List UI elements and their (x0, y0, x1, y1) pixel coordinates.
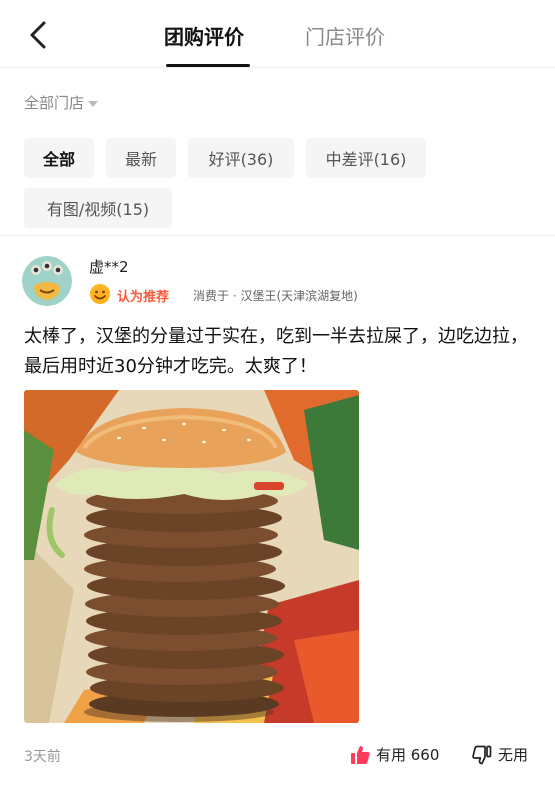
back-chevron-icon[interactable] (26, 20, 52, 50)
useful-count-label: 有用 660 (376, 746, 440, 764)
avatar[interactable] (22, 256, 72, 306)
filter-chip-with-media[interactable]: 有图/视频(15) (24, 188, 172, 228)
active-tab-indicator (166, 64, 250, 67)
top-navigation-bar: 团购评价 门店评价 (0, 0, 555, 68)
thumb-down-icon (472, 745, 492, 764)
store-filter-label: 全部门店 (24, 94, 85, 112)
consumed-at-store[interactable]: 消费于 · 汉堡王(天津滨湖复地) (193, 287, 358, 304)
filter-chip-all[interactable]: 全部 (24, 138, 94, 178)
section-divider (0, 235, 555, 236)
reviewer-username[interactable]: 虚**2 (89, 256, 129, 277)
recommend-badge: 认为推荐 (117, 290, 170, 305)
tab-group-reviews[interactable]: 团购评价 (164, 24, 244, 50)
patty-stack (84, 488, 285, 717)
review-text: 太棒了，汉堡的分量过于实在，吃到一半去拉屎了，边吃边拉，最后用时近30分钟才吃完… (24, 326, 528, 377)
filter-chip-positive[interactable]: 好评(36) (188, 138, 294, 178)
filter-chip-negative[interactable]: 中差评(16) (306, 138, 426, 178)
store-filter-dropdown[interactable]: 全部门店 (24, 92, 99, 113)
useful-button[interactable]: 有用 660 (350, 744, 439, 765)
thumb-up-icon (351, 745, 370, 764)
tab-store-reviews[interactable]: 门店评价 (305, 24, 385, 50)
useless-label: 无用 (498, 746, 529, 764)
review-timestamp: 3天前 (24, 749, 61, 765)
filter-chip-latest[interactable]: 最新 (106, 138, 176, 178)
smile-face-icon (90, 284, 110, 304)
caret-down-icon (88, 100, 99, 107)
review-photo[interactable] (24, 390, 359, 723)
useless-button[interactable]: 无用 (472, 744, 528, 765)
